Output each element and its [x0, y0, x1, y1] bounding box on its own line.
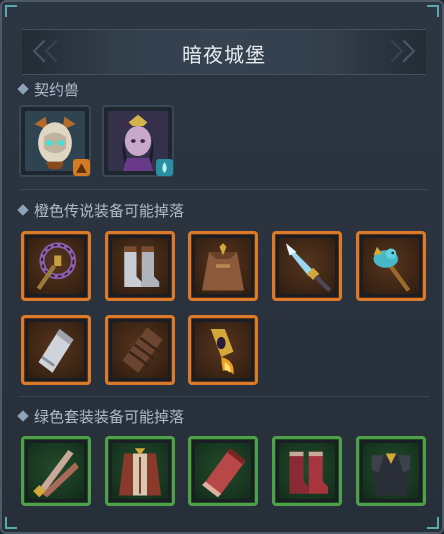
section-header-orange-drops: 橙色传说装备可能掉落: [17, 200, 185, 220]
pet-slot-horned-sorceress[interactable]: [102, 105, 174, 177]
section-label: 契约兽: [34, 80, 80, 99]
twin-feather-dagger-icon: [33, 450, 79, 498]
item-slot-twin-feather-dagger[interactable]: [21, 436, 91, 506]
crimson-boots-icon: [289, 451, 328, 494]
crimson-bracer-icon: [202, 448, 246, 498]
ice-blade-icon: [286, 243, 332, 293]
flame-amulet-icon: [210, 329, 234, 375]
ornate-staff-icon: [36, 242, 77, 290]
section-divider: [19, 189, 429, 190]
leather-bracer-icon: [122, 327, 163, 373]
item-slot-crimson-bracer[interactable]: [188, 436, 258, 506]
panel-title: 暗夜城堡: [182, 43, 266, 67]
dungeon-drop-panel: 暗夜城堡 契约兽 橙色传说装备可能掉落 绿色套装装备可能掉落: [0, 0, 444, 534]
diamond-bullet-icon: [17, 410, 29, 422]
section-header-green-drops: 绿色套装装备可能掉落: [17, 406, 185, 426]
corner-ornament: [427, 5, 439, 17]
section-label: 绿色套装装备可能掉落: [34, 407, 185, 426]
section-header-pets: 契约兽: [17, 79, 80, 99]
water-drop-icon: [156, 159, 173, 176]
diamond-bullet-icon: [17, 83, 29, 95]
item-slot-ornate-staff[interactable]: [21, 231, 91, 301]
silver-bracer-icon: [38, 329, 74, 373]
dark-chestplate-icon: [371, 453, 411, 496]
item-slot-flame-amulet[interactable]: [188, 315, 258, 385]
leather-robe-icon: [202, 243, 244, 291]
earth-element-icon: [73, 159, 90, 176]
item-slot-ice-blade[interactable]: [272, 231, 342, 301]
title-bar: 暗夜城堡: [22, 29, 426, 75]
item-slot-crimson-boots[interactable]: [272, 436, 342, 506]
bird-scepter-icon: [373, 246, 411, 292]
section-divider: [19, 396, 429, 397]
corner-ornament: [427, 517, 439, 529]
item-slot-bird-scepter[interactable]: [356, 231, 426, 301]
corner-ornament: [5, 5, 17, 17]
item-slot-silver-boots[interactable]: [105, 231, 175, 301]
corner-ornament: [5, 517, 17, 529]
diamond-bullet-icon: [17, 204, 29, 216]
crimson-coat-icon: [119, 448, 161, 496]
item-slot-leather-bracer[interactable]: [105, 315, 175, 385]
section-label: 橙色传说装备可能掉落: [34, 201, 185, 220]
item-slot-leather-robe[interactable]: [188, 231, 258, 301]
pet-slot-armored-beast[interactable]: [19, 105, 91, 177]
silver-boots-icon: [124, 246, 160, 287]
item-slot-dark-chestplate[interactable]: [356, 436, 426, 506]
item-slot-silver-bracer[interactable]: [21, 315, 91, 385]
item-slot-crimson-coat[interactable]: [105, 436, 175, 506]
